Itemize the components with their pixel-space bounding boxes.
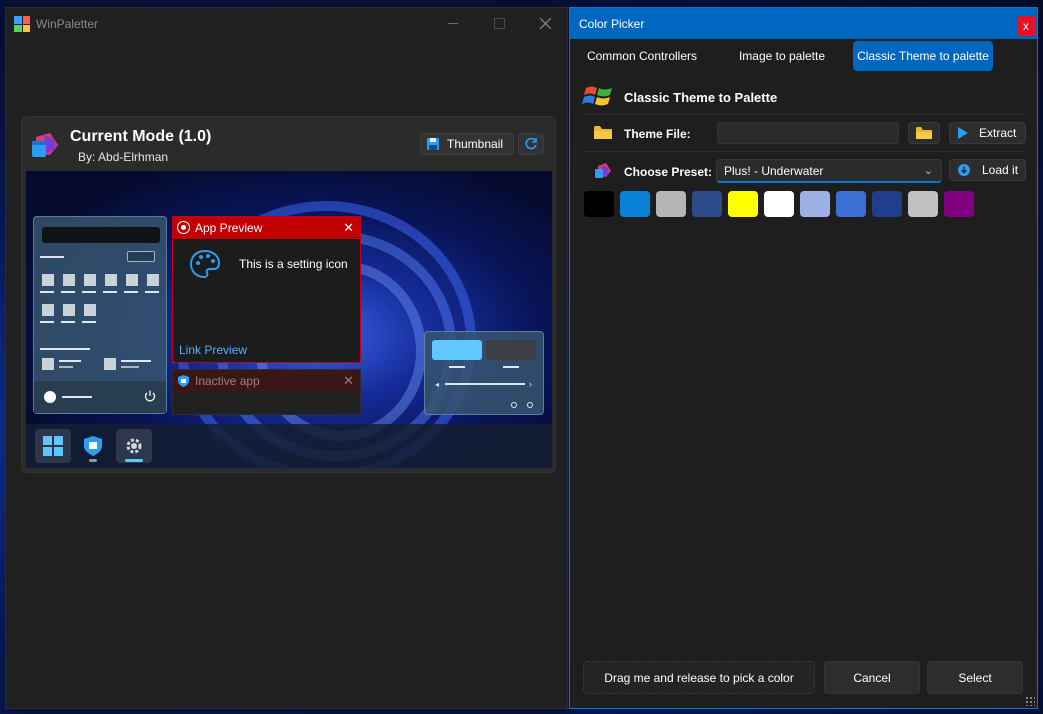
preset-value: Plus! - Underwater bbox=[724, 163, 824, 178]
load-label: Load it bbox=[982, 163, 1019, 177]
extract-label: Extract bbox=[979, 126, 1017, 140]
preset-label: Choose Preset: bbox=[624, 165, 713, 179]
windows-classic-logo-icon bbox=[582, 86, 612, 106]
winpaletter-app-icon bbox=[14, 16, 30, 32]
tab-label: Common Controllers bbox=[586, 49, 698, 63]
color-swatch[interactable] bbox=[584, 191, 614, 217]
start-search-preview bbox=[42, 227, 160, 243]
folder-icon bbox=[916, 126, 932, 139]
color-swatch[interactable] bbox=[764, 191, 794, 217]
close-icon bbox=[539, 18, 551, 29]
download-icon bbox=[958, 164, 970, 176]
color-swatch[interactable] bbox=[944, 191, 974, 217]
shield-icon bbox=[178, 375, 189, 387]
theme-file-field[interactable] bbox=[717, 122, 899, 144]
select-button[interactable]: Select bbox=[927, 661, 1023, 694]
refresh-icon bbox=[525, 137, 537, 150]
preset-logo-icon bbox=[595, 163, 611, 178]
drag-pick-button[interactable]: Drag me and release to pick a color bbox=[583, 661, 815, 694]
tab-label: Classic Theme to palette bbox=[857, 49, 989, 63]
drag-label: Drag me and release to pick a color bbox=[604, 670, 794, 685]
window-title: WinPaletter bbox=[36, 17, 99, 31]
cancel-button[interactable]: Cancel bbox=[824, 661, 920, 694]
window-title: Color Picker bbox=[579, 17, 645, 31]
theme-preview: App Preview ✕ This is a setting icon Lin… bbox=[26, 171, 552, 468]
color-swatch[interactable] bbox=[836, 191, 866, 217]
winpaletter-window: WinPaletter Current Mode (1.0) By: Abd-E… bbox=[5, 7, 568, 709]
inactive-app-titlebar: Inactive app ✕ bbox=[173, 370, 360, 392]
theme-author: By: Abd-Elrhman bbox=[78, 150, 169, 164]
shield-icon bbox=[84, 436, 102, 456]
theme-title: Current Mode (1.0) bbox=[70, 128, 212, 145]
tab-common-controllers[interactable]: Common Controllers bbox=[582, 41, 702, 71]
quick-settings-preview: ◂ › bbox=[424, 331, 544, 415]
close-icon: ✕ bbox=[343, 220, 354, 235]
tab-image-to-palette[interactable]: Image to palette bbox=[728, 41, 836, 71]
toggle-preview bbox=[127, 251, 155, 262]
browse-button[interactable] bbox=[908, 122, 940, 144]
gear-icon bbox=[126, 438, 142, 454]
close-button[interactable]: x bbox=[1017, 16, 1035, 36]
preset-select[interactable]: Plus! - Underwater ⌄ bbox=[716, 159, 942, 183]
settings-icon bbox=[178, 222, 189, 233]
play-icon bbox=[958, 127, 968, 139]
palette-icon bbox=[189, 249, 221, 279]
link-preview: Link Preview bbox=[179, 343, 248, 357]
inactive-app-window: Inactive app ✕ bbox=[172, 369, 361, 415]
thumbnail-button[interactable]: Thumbnail bbox=[420, 133, 514, 155]
chevron-down-icon: ⌄ bbox=[923, 165, 933, 177]
title-bar[interactable]: Color Picker x bbox=[570, 8, 1037, 39]
setting-icon-text: This is a setting icon bbox=[239, 257, 348, 271]
start-button-preview bbox=[35, 429, 71, 463]
section-title: Classic Theme to Palette bbox=[624, 90, 778, 105]
theme-file-label: Theme File: bbox=[624, 127, 691, 141]
select-label: Select bbox=[958, 670, 992, 685]
color-swatch[interactable] bbox=[656, 191, 686, 217]
color-swatch[interactable] bbox=[872, 191, 902, 217]
maximize-button[interactable] bbox=[476, 8, 522, 39]
power-icon bbox=[144, 390, 156, 402]
title-bar[interactable]: WinPaletter bbox=[6, 8, 567, 39]
folder-icon bbox=[594, 126, 612, 139]
taskbar-preview bbox=[26, 424, 552, 468]
theme-card: Current Mode (1.0) By: Abd-Elrhman Thumb… bbox=[21, 116, 556, 473]
close-icon: ✕ bbox=[343, 373, 354, 388]
thumbnail-label: Thumbnail bbox=[447, 137, 504, 151]
close-button[interactable] bbox=[522, 8, 568, 39]
app-preview-window: App Preview ✕ This is a setting icon Lin… bbox=[172, 216, 361, 363]
extract-button[interactable]: Extract bbox=[949, 122, 1026, 144]
load-button[interactable]: Load it bbox=[949, 159, 1026, 181]
app-preview-title: App Preview bbox=[195, 221, 263, 235]
taskbar-settings-preview bbox=[116, 429, 152, 463]
color-swatch[interactable] bbox=[728, 191, 758, 217]
tab-classic-theme-to-palette[interactable]: Classic Theme to palette bbox=[853, 41, 993, 71]
color-swatch[interactable] bbox=[620, 191, 650, 217]
close-label: x bbox=[1023, 19, 1029, 33]
theme-logo-icon bbox=[32, 133, 58, 157]
color-swatch[interactable] bbox=[800, 191, 830, 217]
color-swatch[interactable] bbox=[908, 191, 938, 217]
minimize-button[interactable] bbox=[430, 8, 476, 39]
inactive-app-title: Inactive app bbox=[195, 374, 260, 388]
cancel-label: Cancel bbox=[853, 670, 891, 685]
refresh-button[interactable] bbox=[518, 133, 544, 155]
color-swatch[interactable] bbox=[692, 191, 722, 217]
save-icon bbox=[427, 138, 439, 150]
start-menu-preview bbox=[33, 216, 167, 414]
app-preview-titlebar: App Preview ✕ bbox=[173, 217, 360, 239]
resize-grip[interactable] bbox=[1025, 696, 1035, 706]
color-picker-window: Color Picker x Common Controllers Image … bbox=[569, 7, 1038, 709]
tab-label: Image to palette bbox=[738, 49, 826, 63]
taskbar-app-preview bbox=[75, 429, 111, 463]
windows-logo-icon bbox=[43, 436, 63, 456]
